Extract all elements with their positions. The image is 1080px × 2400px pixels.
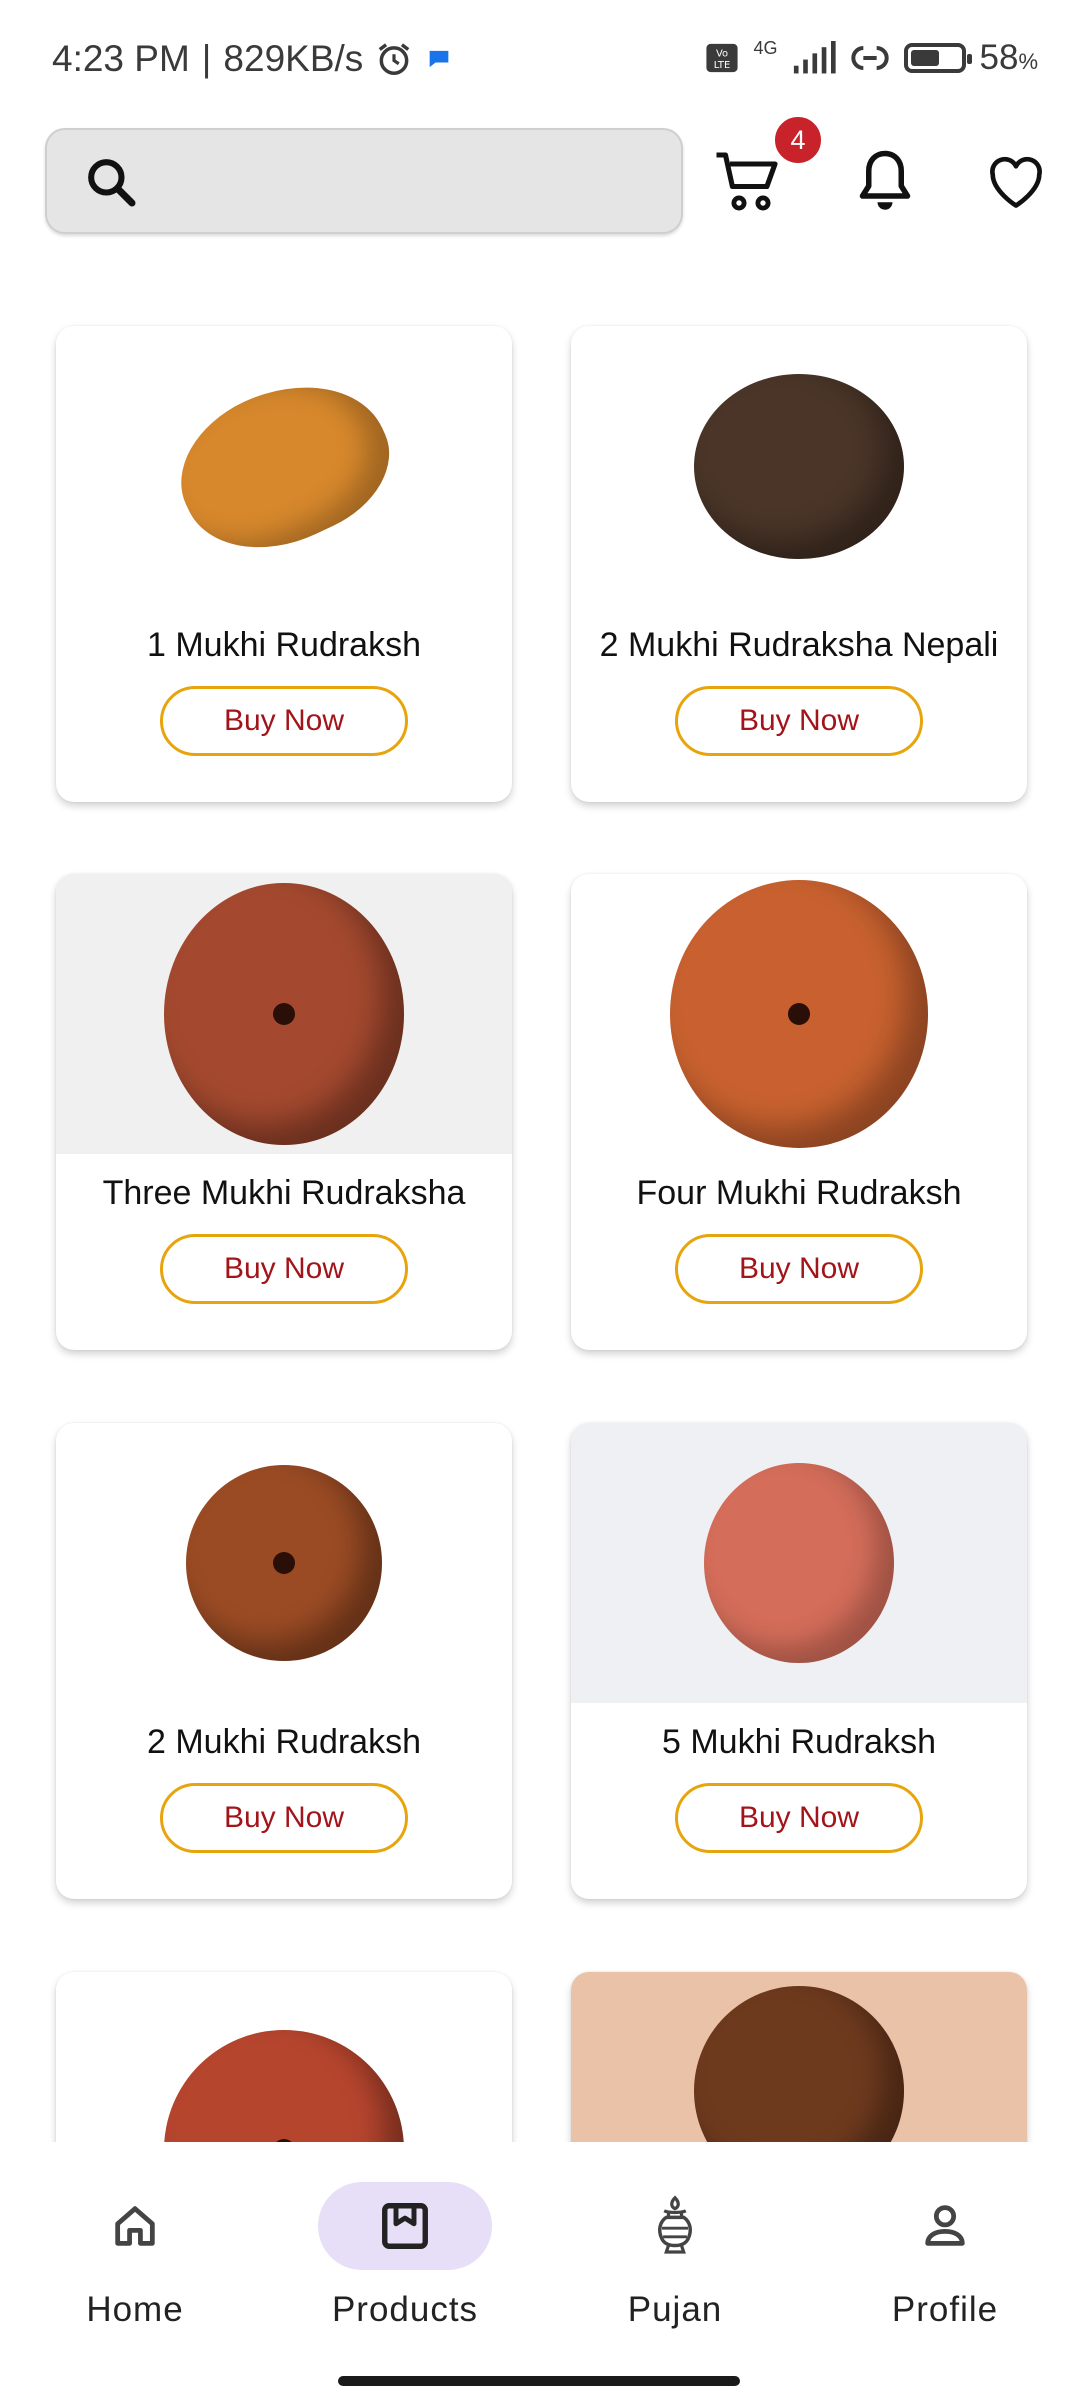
buy-now-button[interactable]: Buy Now xyxy=(675,1234,923,1304)
product-image xyxy=(571,1972,1027,2142)
buy-now-button[interactable]: Buy Now xyxy=(675,686,923,756)
nav-pill xyxy=(858,2182,1032,2270)
status-time: 4:23 PM xyxy=(52,38,190,79)
status-right: Vo LTE 4G 58% xyxy=(705,38,1038,78)
home-icon xyxy=(115,2206,155,2246)
svg-text:Vo: Vo xyxy=(716,49,728,60)
bottom-navigation: Home Products Pujan Profile xyxy=(0,2142,1080,2400)
search-input[interactable] xyxy=(45,128,683,234)
nav-pill xyxy=(318,2182,492,2270)
product-card[interactable]: 1 Mukhi Rudraksh Buy Now xyxy=(56,326,512,802)
product-name: Three Mukhi Rudraksha xyxy=(102,1174,466,1212)
cart-icon xyxy=(716,152,778,211)
buy-now-button[interactable]: Buy Now xyxy=(160,686,408,756)
rudraksha-image xyxy=(164,2030,404,2142)
product-card[interactable] xyxy=(571,1972,1027,2142)
rudraksha-image xyxy=(186,1465,382,1661)
nav-label: Home xyxy=(86,2290,184,2329)
nav-home[interactable]: Home xyxy=(0,2182,270,2352)
rudraksha-image xyxy=(157,353,411,579)
product-name: 2 Mukhi Rudraksh xyxy=(146,1723,421,1761)
wishlist-button[interactable] xyxy=(985,152,1047,210)
alarm-icon xyxy=(379,43,410,75)
product-name: 5 Mukhi Rudraksh xyxy=(661,1723,936,1761)
heart-icon xyxy=(990,156,1042,208)
notifications-button[interactable] xyxy=(855,148,915,214)
rudraksha-image xyxy=(670,880,928,1148)
product-name: 1 Mukhi Rudraksh xyxy=(146,626,421,664)
product-card[interactable] xyxy=(56,1972,512,2142)
status-bar: 4:23 PM | 829KB/s Vo LTE 4G 58% xyxy=(0,0,1080,110)
product-image xyxy=(571,326,1027,606)
nav-pujan[interactable]: Pujan xyxy=(540,2182,810,2352)
nav-pill xyxy=(588,2182,762,2270)
volte-icon: Vo LTE xyxy=(706,43,739,73)
status-left: 4:23 PM | 829KB/s xyxy=(52,38,453,80)
product-image xyxy=(571,874,1027,1154)
battery-percent: 58% xyxy=(979,38,1039,77)
buy-now-button[interactable]: Buy Now xyxy=(160,1234,408,1304)
product-image xyxy=(56,1972,512,2142)
svg-text:LTE: LTE xyxy=(714,60,730,71)
products-icon xyxy=(382,2203,428,2249)
nav-label: Profile xyxy=(891,2290,999,2329)
product-image xyxy=(56,874,512,1154)
product-grid[interactable]: 1 Mukhi Rudraksh Buy Now 2 Mukhi Rudraks… xyxy=(0,300,1080,2142)
search-icon xyxy=(88,159,136,207)
nav-products[interactable]: Products xyxy=(270,2182,540,2352)
product-card[interactable]: 5 Mukhi Rudraksh Buy Now xyxy=(571,1423,1027,1899)
battery-icon xyxy=(903,43,972,73)
status-divider: | xyxy=(201,38,212,79)
product-image xyxy=(56,326,512,606)
battery-fill xyxy=(910,50,939,66)
product-image xyxy=(56,1423,512,1703)
bead-hole xyxy=(788,1003,810,1025)
nav-profile[interactable]: Profile xyxy=(810,2182,1080,2352)
bell-icon xyxy=(859,150,911,210)
product-name: Four Mukhi Rudraksh xyxy=(636,1174,962,1212)
rudraksha-image xyxy=(704,1463,894,1663)
rudraksha-image xyxy=(694,1986,904,2142)
nav-label: Pujan xyxy=(627,2290,723,2329)
product-image xyxy=(571,1423,1027,1703)
buy-now-button[interactable]: Buy Now xyxy=(675,1783,923,1853)
cart-count-badge: 4 xyxy=(772,114,824,166)
product-name: 2 Mukhi Rudraksha Nepali xyxy=(599,626,999,664)
status-speed: 829KB/s xyxy=(223,38,364,79)
network-type: 4G xyxy=(753,37,778,58)
product-card[interactable]: 2 Mukhi Rudraksha Nepali Buy Now xyxy=(571,326,1027,802)
rudraksha-image xyxy=(164,883,404,1145)
buy-now-button[interactable]: Buy Now xyxy=(160,1783,408,1853)
nav-pill xyxy=(48,2182,222,2270)
nav-label: Products xyxy=(331,2290,479,2329)
chat-bubble-icon xyxy=(429,50,449,68)
bead-hole xyxy=(273,1003,295,1025)
hotspot-icon xyxy=(850,46,889,70)
product-card[interactable]: 2 Mukhi Rudraksh Buy Now xyxy=(56,1423,512,1899)
rudraksha-image xyxy=(694,373,904,559)
signal-icon xyxy=(793,41,836,74)
product-card[interactable]: Four Mukhi Rudraksh Buy Now xyxy=(571,874,1027,1350)
bead-hole xyxy=(273,1552,295,1574)
kalash-icon xyxy=(658,2195,692,2254)
profile-icon xyxy=(925,2205,965,2246)
product-card[interactable]: Three Mukhi Rudraksha Buy Now xyxy=(56,874,512,1350)
home-indicator[interactable] xyxy=(338,2376,740,2386)
